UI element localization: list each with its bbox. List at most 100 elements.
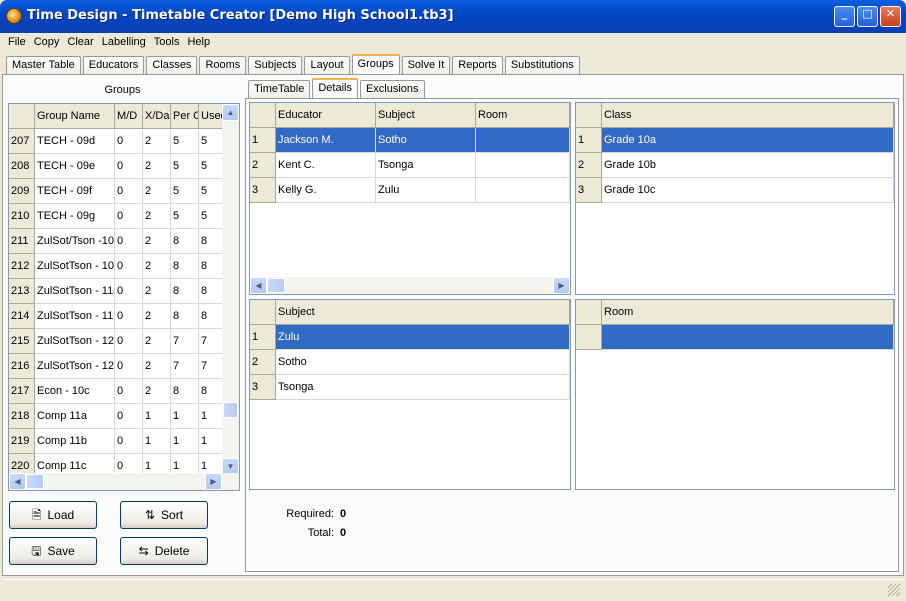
grid-cell[interactable]: Comp 11b xyxy=(35,429,115,454)
grid-cell[interactable] xyxy=(476,153,570,178)
grid-cell[interactable]: ZulSot/Tson -10 xyxy=(35,229,115,254)
table-row[interactable]: 217 Econ - 10c 0 2 8 8 xyxy=(9,379,227,404)
table-row[interactable]: 215 ZulSotTson - 12a 0 2 7 7 xyxy=(9,329,227,354)
grid-cell[interactable]: ZulSotTson - 11b xyxy=(35,304,115,329)
grid-cell[interactable]: 8 xyxy=(171,279,199,304)
grid-cell[interactable]: Zulu xyxy=(376,178,476,203)
grid-cell[interactable]: ZulSotTson - 12b xyxy=(35,354,115,379)
row-header[interactable]: 216 xyxy=(9,354,35,379)
grid-cell[interactable]: 0 xyxy=(115,304,143,329)
grid-cell[interactable]: 8 xyxy=(171,379,199,404)
grid-cell[interactable]: 2 xyxy=(143,154,171,179)
grid-cell[interactable]: Grade 10a xyxy=(602,128,894,153)
grid-cell[interactable] xyxy=(602,325,894,350)
grid-cell[interactable] xyxy=(476,128,570,153)
grid-cell[interactable]: Grade 10b xyxy=(602,153,894,178)
grid-cell[interactable]: 5 xyxy=(171,129,199,154)
groups-vertical-scrollbar[interactable]: ▲ ▼ xyxy=(222,104,239,475)
scroll-thumb[interactable] xyxy=(267,278,285,293)
menu-clear[interactable]: Clear xyxy=(63,33,97,52)
grid-cell[interactable] xyxy=(476,178,570,203)
menu-file[interactable]: File xyxy=(4,33,30,52)
grid-cell[interactable]: TECH - 09g xyxy=(35,204,115,229)
table-row[interactable]: 218 Comp 11a 0 1 1 1 xyxy=(9,404,227,429)
tab-reports[interactable]: Reports xyxy=(452,56,503,74)
grid-cell[interactable]: 0 xyxy=(115,229,143,254)
grid-cell[interactable]: 8 xyxy=(171,229,199,254)
row-header[interactable]: 212 xyxy=(9,254,35,279)
grid-cell[interactable]: Kelly G. xyxy=(276,178,376,203)
table-row[interactable]: 1 Grade 10a xyxy=(576,128,894,153)
educators-horizontal-scrollbar[interactable]: ◀ ▶ xyxy=(250,277,570,294)
row-header[interactable]: 207 xyxy=(9,129,35,154)
subject-grid[interactable]: Subject 1 Zulu 2 Sotho 3 Tsonga xyxy=(249,299,571,490)
row-header[interactable]: 214 xyxy=(9,304,35,329)
grid-cell[interactable]: 2 xyxy=(143,229,171,254)
close-button[interactable]: ✕ xyxy=(880,6,901,27)
row-header[interactable]: 219 xyxy=(9,429,35,454)
grid-cell[interactable]: ZulSotTson - 11a xyxy=(35,279,115,304)
grid-cell[interactable]: 1 xyxy=(171,429,199,454)
maximize-button[interactable]: □ xyxy=(857,6,878,27)
row-header[interactable]: 2 xyxy=(250,350,276,375)
grid-cell[interactable]: 2 xyxy=(143,129,171,154)
grid-cell[interactable]: TECH - 09d xyxy=(35,129,115,154)
table-row[interactable]: 208 TECH - 09e 0 2 5 5 xyxy=(9,154,227,179)
grid-cell[interactable]: 2 xyxy=(143,204,171,229)
table-row[interactable]: 2 Kent C. Tsonga xyxy=(250,153,570,178)
tab-groups[interactable]: Groups xyxy=(351,54,400,74)
educators-grid[interactable]: Educator Subject Room 1 Jackson M. Sotho 2 Kent… xyxy=(249,102,571,295)
row-header[interactable]: 215 xyxy=(9,329,35,354)
grid-cell[interactable]: 2 xyxy=(143,304,171,329)
grid-cell[interactable]: Sotho xyxy=(376,128,476,153)
groups-grid[interactable]: Group Name M/D X/Da Per O Usec 207 TECH - 09d 0… xyxy=(8,103,240,491)
grid-cell[interactable]: 1 xyxy=(143,404,171,429)
grid-cell[interactable]: 1 xyxy=(171,404,199,429)
tab-substitutions[interactable]: Substitutions xyxy=(504,56,580,74)
tab-timetable[interactable]: TimeTable xyxy=(248,80,311,98)
resize-grip-icon[interactable] xyxy=(888,584,900,596)
grid-cell[interactable]: TECH - 09f xyxy=(35,179,115,204)
groups-horizontal-scrollbar[interactable]: ◀ ▶ xyxy=(9,473,239,490)
grid-cell[interactable]: Grade 10c xyxy=(602,178,894,203)
save-button[interactable]: 🖫 Save xyxy=(9,537,97,565)
grid-cell[interactable]: TECH - 09e xyxy=(35,154,115,179)
grid-cell[interactable]: 0 xyxy=(115,179,143,204)
grid-cell[interactable]: ZulSotTson - 12a xyxy=(35,329,115,354)
table-row[interactable]: 207 TECH - 09d 0 2 5 5 xyxy=(9,129,227,154)
grid-cell[interactable]: Econ - 10c xyxy=(35,379,115,404)
row-header[interactable]: 3 xyxy=(250,375,276,400)
row-header[interactable]: 3 xyxy=(576,178,602,203)
grid-cell[interactable]: 0 xyxy=(115,129,143,154)
grid-cell[interactable]: 0 xyxy=(115,329,143,354)
table-row[interactable]: 2 Grade 10b xyxy=(576,153,894,178)
table-row[interactable]: 1 Jackson M. Sotho xyxy=(250,128,570,153)
grid-cell[interactable]: 0 xyxy=(115,279,143,304)
table-row[interactable]: 1 Zulu xyxy=(250,325,570,350)
grid-cell[interactable]: 0 xyxy=(115,379,143,404)
grid-cell[interactable]: Kent C. xyxy=(276,153,376,178)
grid-cell[interactable]: 0 xyxy=(115,354,143,379)
grid-cell[interactable]: 7 xyxy=(171,354,199,379)
load-button[interactable]: 🗎 Load xyxy=(9,501,97,529)
table-row[interactable]: 214 ZulSotTson - 11b 0 2 8 8 xyxy=(9,304,227,329)
grid-cell[interactable]: 8 xyxy=(171,304,199,329)
grid-cell[interactable]: 2 xyxy=(143,329,171,354)
scroll-thumb[interactable] xyxy=(223,402,238,418)
grid-cell[interactable]: ZulSotTson - 10a xyxy=(35,254,115,279)
grid-cell[interactable]: 2 xyxy=(143,279,171,304)
row-header[interactable]: 209 xyxy=(9,179,35,204)
menu-tools[interactable]: Tools xyxy=(150,33,184,52)
table-row[interactable]: 3 Grade 10c xyxy=(576,178,894,203)
tab-master-table[interactable]: Master Table xyxy=(6,56,81,74)
tab-details[interactable]: Details xyxy=(312,78,358,98)
grid-cell[interactable]: 5 xyxy=(171,204,199,229)
room-grid[interactable]: Room xyxy=(575,299,895,490)
scroll-up-icon[interactable]: ▲ xyxy=(222,104,239,121)
grid-cell[interactable]: 8 xyxy=(171,254,199,279)
minimize-button[interactable]: _ xyxy=(834,6,855,27)
scroll-left-icon[interactable]: ◀ xyxy=(9,473,26,490)
row-header[interactable]: 2 xyxy=(576,153,602,178)
grid-cell[interactable]: Sotho xyxy=(276,350,570,375)
table-row[interactable]: 209 TECH - 09f 0 2 5 5 xyxy=(9,179,227,204)
